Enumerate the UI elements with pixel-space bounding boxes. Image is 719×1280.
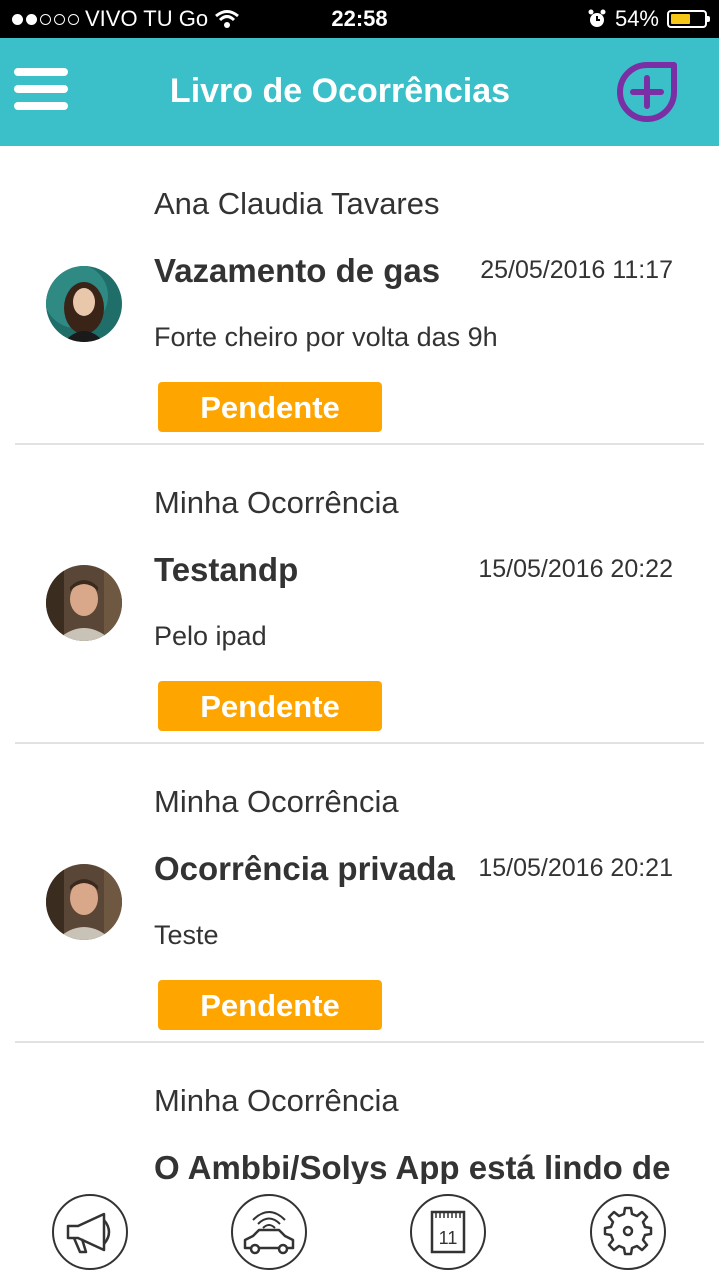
add-occurrence-button[interactable]	[615, 60, 679, 124]
occurrence-date: 25/05/2016 11:17	[480, 256, 673, 284]
status-bar: VIVO TU Go 22:58 54%	[0, 0, 719, 38]
occurrence-subject: Ocorrência privada	[154, 850, 455, 887]
status-badge[interactable]: Pendente	[158, 980, 382, 1030]
calendar-day-label: 11	[439, 1228, 458, 1248]
alarm-icon	[588, 9, 606, 27]
author-name: Ana Claudia Tavares	[154, 186, 440, 221]
occurrence-subject: O Ambbi/Solys App está lindo de	[154, 1149, 671, 1184]
car-wifi-icon	[243, 1211, 295, 1255]
megaphone-icon	[66, 1212, 111, 1254]
bottom-tab-bar: 11	[0, 1184, 719, 1280]
occurrence-description: Forte cheiro por volta das 9h	[154, 322, 498, 352]
occurrence-description: Teste	[154, 920, 219, 950]
occurrence-description: Pelo ipad	[154, 621, 267, 651]
app-header: Livro de Ocorrências	[0, 38, 719, 146]
occurrence-date: 15/05/2016 20:21	[478, 854, 673, 882]
status-bar-right: 54%	[587, 6, 710, 32]
page-title: Livro de Ocorrências	[169, 72, 511, 110]
battery-percent: 54%	[614, 6, 659, 31]
tab-announcements[interactable]	[52, 1194, 128, 1270]
gear-icon	[603, 1206, 653, 1256]
occurrence-list[interactable]: Ana Claudia Tavares Vazamento de gas 25/…	[0, 146, 719, 1184]
occurrence-subject: Testandp	[154, 551, 299, 588]
list-item[interactable]: Minha Ocorrência Testandp 15/05/2016 20:…	[0, 445, 719, 744]
avatar	[46, 565, 122, 641]
tab-vehicles[interactable]	[231, 1194, 307, 1270]
battery-icon	[667, 10, 710, 28]
avatar	[46, 266, 122, 342]
author-name: Minha Ocorrência	[154, 784, 399, 819]
calendar-icon: 11	[430, 1210, 466, 1254]
occurrence-date: 15/05/2016 20:22	[478, 555, 673, 583]
avatar	[46, 864, 122, 940]
list-item[interactable]: Minha Ocorrência O Ambbi/Solys App está …	[0, 1043, 719, 1184]
tab-calendar[interactable]: 11	[410, 1194, 486, 1270]
author-name: Minha Ocorrência	[154, 1083, 399, 1118]
status-badge[interactable]: Pendente	[158, 382, 382, 432]
status-badge[interactable]: Pendente	[158, 681, 382, 731]
author-name: Minha Ocorrência	[154, 485, 399, 520]
tab-settings[interactable]	[590, 1194, 666, 1270]
list-item[interactable]: Ana Claudia Tavares Vazamento de gas 25/…	[0, 146, 719, 445]
occurrence-subject: Vazamento de gas	[154, 252, 441, 289]
list-item[interactable]: Minha Ocorrência Ocorrência privada 15/0…	[0, 744, 719, 1043]
add-circle-icon	[617, 62, 677, 122]
